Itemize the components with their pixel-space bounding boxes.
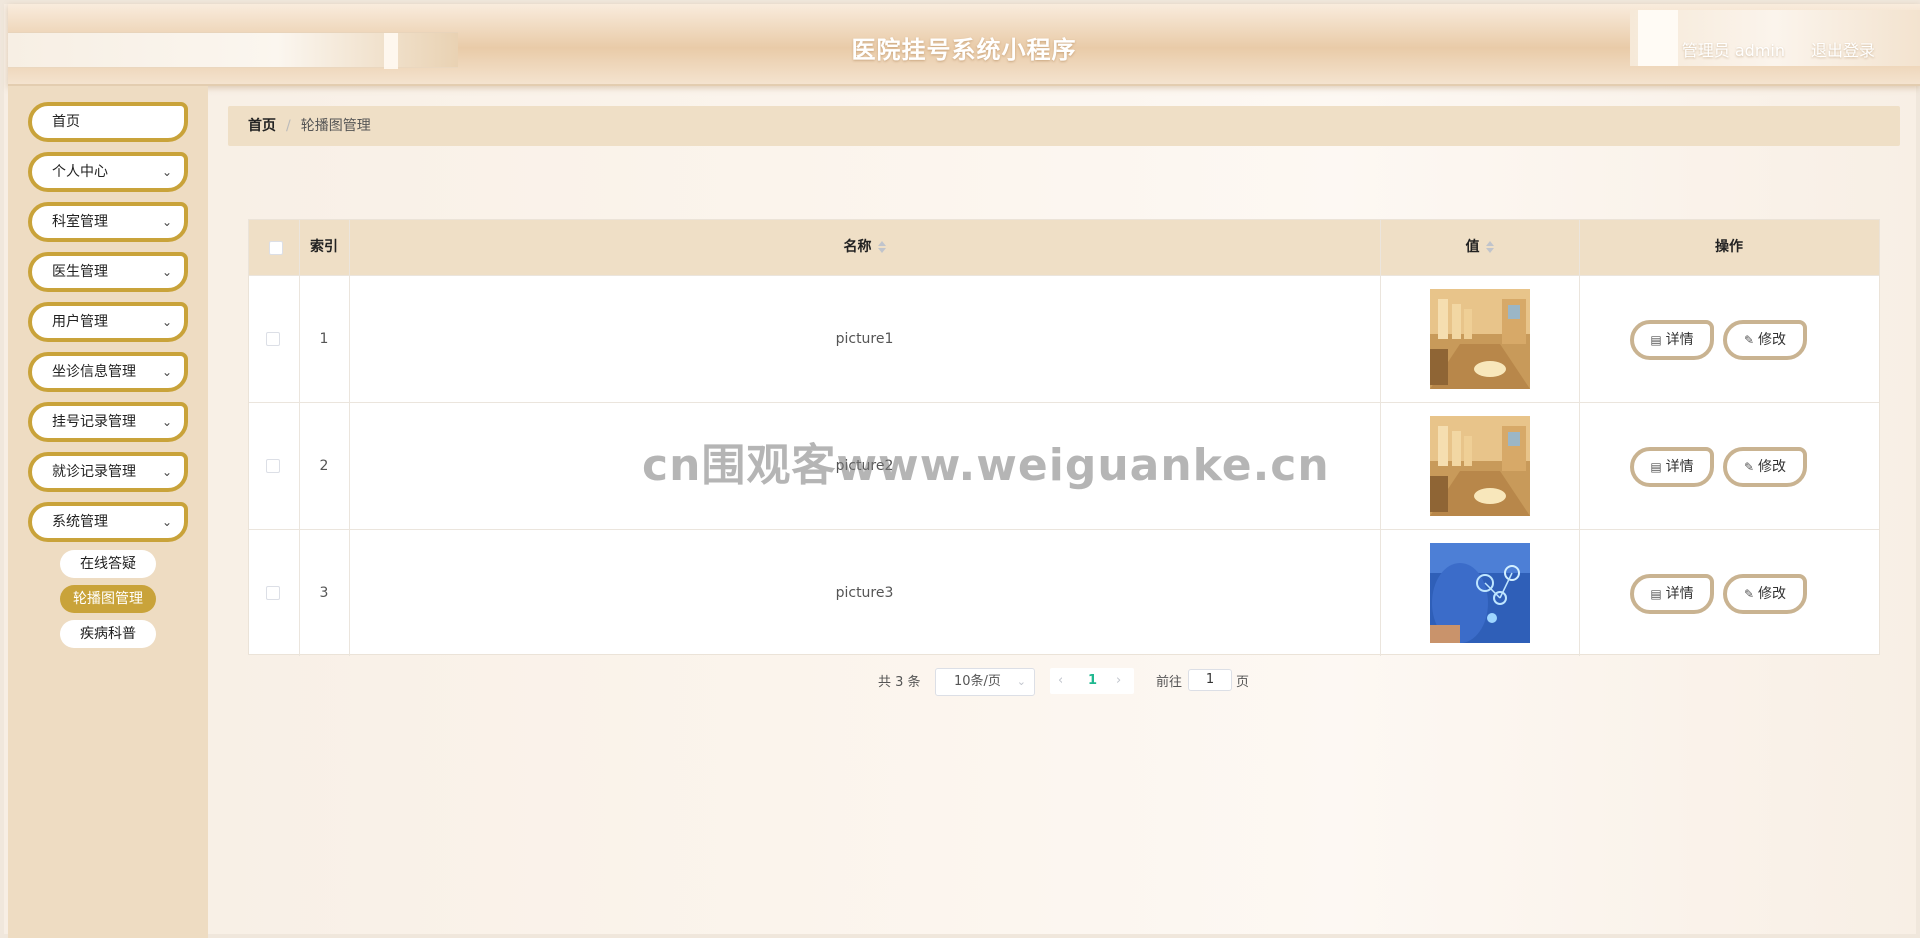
medical-tech-image: [1430, 543, 1530, 643]
pagination-page-suffix: 页: [1236, 675, 1250, 690]
corridor-image: [1430, 416, 1530, 516]
sidebar-item-system[interactable]: 系统管理 ⌄: [28, 502, 188, 542]
column-header-value-label: 值: [1465, 239, 1480, 255]
edit-pencil-icon: ✎: [1743, 333, 1755, 347]
document-icon: ▤: [1650, 587, 1662, 601]
edit-button-label: 修改: [1758, 332, 1787, 348]
sidebar-item-label: 科室管理: [52, 214, 108, 230]
sidebar-item-label: 医生管理: [52, 264, 108, 280]
edit-button-label: 修改: [1758, 586, 1787, 602]
chevron-down-icon: ⌄: [161, 465, 172, 479]
sidebar-item-label: 坐诊信息管理: [52, 364, 136, 380]
chevron-down-icon: ⌄: [161, 265, 172, 279]
top-header: 医院挂号系统小程序 管理员 admin 退出登录: [8, 4, 1920, 86]
table-row: 1 picture1 ▤ 详情 ✎ 修改: [249, 275, 1879, 402]
sort-icon[interactable]: [877, 241, 886, 253]
breadcrumb: 首页 / 轮播图管理: [228, 106, 1900, 146]
sidebar-item-label: 就诊记录管理: [52, 464, 136, 480]
breadcrumb-home[interactable]: 首页: [248, 118, 276, 134]
sidebar-item-personal-center[interactable]: 个人中心 ⌄: [28, 152, 188, 192]
row-name: picture1: [835, 331, 894, 347]
current-user: 管理员 admin: [1681, 41, 1785, 60]
detail-button[interactable]: ▤ 详情: [1630, 447, 1714, 487]
select-all-checkbox[interactable]: [269, 241, 283, 255]
chevron-down-icon: ⌄: [161, 415, 172, 429]
document-icon: ▤: [1650, 460, 1662, 474]
sidebar-item-label: 首页: [52, 114, 80, 130]
column-header-actions: 操作: [1715, 239, 1743, 255]
row-index: 3: [319, 585, 329, 601]
chevron-down-icon: ⌄: [161, 315, 172, 329]
page-size-value: 10条/页: [954, 674, 1001, 689]
chevron-down-icon: ⌄: [161, 515, 172, 529]
sidebar-item-visit-record[interactable]: 就诊记录管理 ⌄: [28, 452, 188, 492]
page-number[interactable]: 1: [1088, 668, 1097, 694]
chevron-down-icon: ⌄: [161, 365, 172, 379]
row-name: picture3: [835, 585, 894, 601]
chevron-down-icon: ⌄: [1016, 675, 1026, 688]
pagination-pager: ‹ 1 ›: [1050, 668, 1134, 694]
row-index: 1: [319, 331, 329, 347]
edit-button[interactable]: ✎ 修改: [1723, 447, 1807, 487]
pagination-goto-label: 前往: [1156, 675, 1183, 690]
sidebar-subitem-qa[interactable]: 在线答疑: [60, 550, 156, 578]
detail-button[interactable]: ▤ 详情: [1630, 320, 1714, 360]
table-header: 索引 名称 值 操作: [249, 220, 1879, 275]
edit-pencil-icon: ✎: [1743, 460, 1755, 474]
sidebar-item-department[interactable]: 科室管理 ⌄: [28, 202, 188, 242]
detail-button-label: 详情: [1665, 332, 1694, 348]
column-header-index: 索引: [310, 239, 338, 255]
chevron-down-icon: ⌄: [161, 215, 172, 229]
row-name: picture2: [835, 458, 894, 474]
sidebar-subitem-carousel[interactable]: 轮播图管理: [60, 585, 156, 613]
pagination-total: 共 3 条: [878, 675, 921, 690]
edit-pencil-icon: ✎: [1743, 587, 1755, 601]
chevron-down-icon: ⌄: [161, 165, 172, 179]
sidebar-item-doctor[interactable]: 医生管理 ⌄: [28, 252, 188, 292]
detail-button-label: 详情: [1665, 459, 1694, 475]
row-checkbox[interactable]: [266, 332, 280, 346]
sidebar-subitem-disease-science[interactable]: 疾病科普: [60, 620, 156, 648]
next-page-icon[interactable]: ›: [1116, 668, 1121, 694]
row-checkbox[interactable]: [266, 459, 280, 473]
carousel-table: 索引 名称 值 操作 1 picture1 ▤ 详情 ✎ 修改 2 pictur…: [248, 219, 1880, 656]
column-header-value[interactable]: 值: [1380, 220, 1579, 275]
prev-page-icon[interactable]: ‹: [1058, 668, 1063, 694]
sidebar-item-label: 系统管理: [52, 514, 108, 530]
sidebar-item-home[interactable]: 首页: [28, 102, 188, 142]
corridor-image: [1430, 289, 1530, 389]
detail-button[interactable]: ▤ 详情: [1630, 574, 1714, 614]
breadcrumb-current: 轮播图管理: [300, 118, 371, 134]
breadcrumb-separator: /: [286, 118, 291, 134]
column-header-name[interactable]: 名称: [349, 220, 1380, 275]
sidebar: 首页 个人中心 ⌄ 科室管理 ⌄ 医生管理 ⌄ 用户管理 ⌄ 坐诊信息管理 ⌄ …: [8, 86, 208, 938]
page-jump-input[interactable]: 1: [1188, 669, 1232, 691]
page-size-select[interactable]: 10条/页 ⌄: [935, 668, 1035, 696]
document-icon: ▤: [1650, 333, 1662, 347]
sidebar-item-label: 挂号记录管理: [52, 414, 136, 430]
row-index: 2: [319, 458, 329, 474]
column-header-name-label: 名称: [843, 239, 872, 255]
table-row: 3 picture3 ▤ 详情 ✎ 修改: [249, 529, 1879, 656]
sort-icon[interactable]: [1485, 241, 1494, 253]
edit-button-label: 修改: [1758, 459, 1787, 475]
sidebar-item-registration[interactable]: 挂号记录管理 ⌄: [28, 402, 188, 442]
sidebar-item-label: 个人中心: [52, 164, 108, 180]
table-row: 2 picture2 ▤ 详情 ✎ 修改: [249, 402, 1879, 529]
edit-button[interactable]: ✎ 修改: [1723, 320, 1807, 360]
sidebar-item-schedule[interactable]: 坐诊信息管理 ⌄: [28, 352, 188, 392]
sidebar-item-user[interactable]: 用户管理 ⌄: [28, 302, 188, 342]
edit-button[interactable]: ✎ 修改: [1723, 574, 1807, 614]
app-title: 医院挂号系统小程序: [851, 36, 1077, 64]
row-checkbox[interactable]: [266, 586, 280, 600]
detail-button-label: 详情: [1665, 586, 1694, 602]
app-window: 医院挂号系统小程序 管理员 admin 退出登录 首页 个人中心 ⌄ 科室管理 …: [0, 0, 1920, 938]
logout-link[interactable]: 退出登录: [1811, 37, 1875, 61]
sidebar-item-label: 用户管理: [52, 314, 108, 330]
